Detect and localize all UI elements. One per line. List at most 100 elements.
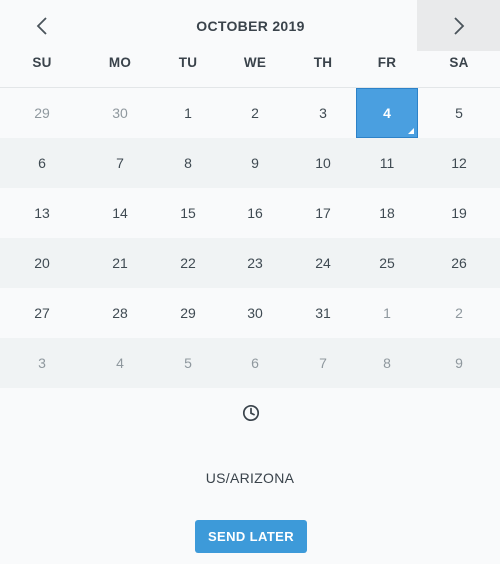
weekday-label: SU <box>32 55 52 70</box>
day-number: 26 <box>451 255 467 271</box>
day-cell[interactable]: 1 <box>356 288 418 338</box>
day-number: 4 <box>383 105 391 121</box>
chevron-right-icon <box>453 16 464 35</box>
day-cell[interactable]: 8 <box>156 138 220 188</box>
day-number: 29 <box>180 305 196 321</box>
day-cell[interactable]: 30 <box>84 88 156 138</box>
week-row: 3 4 5 6 7 8 9 <box>0 338 500 388</box>
day-number: 8 <box>383 355 391 371</box>
day-number: 15 <box>180 205 196 221</box>
week-row: 6 7 8 9 10 11 12 <box>0 138 500 188</box>
day-cell[interactable]: 27 <box>0 288 84 338</box>
week-row: 29 30 1 2 3 4 5 <box>0 88 500 138</box>
day-number: 28 <box>112 305 128 321</box>
day-cell[interactable]: 24 <box>290 238 356 288</box>
day-cell[interactable]: 9 <box>418 338 500 388</box>
day-cell[interactable]: 5 <box>418 88 500 138</box>
week-row: 20 21 22 23 24 25 26 <box>0 238 500 288</box>
day-cell[interactable]: 30 <box>220 288 290 338</box>
day-number: 23 <box>247 255 263 271</box>
day-cell[interactable]: 29 <box>0 88 84 138</box>
weekday-label: MO <box>108 55 132 70</box>
day-number: 20 <box>34 255 50 271</box>
day-number: 17 <box>315 205 331 221</box>
day-number: 18 <box>379 205 395 221</box>
day-cell[interactable]: 18 <box>356 188 418 238</box>
day-number: 24 <box>315 255 331 271</box>
day-number: 3 <box>319 105 327 121</box>
day-cell[interactable]: 4 <box>84 338 156 388</box>
day-number: 19 <box>451 205 467 221</box>
day-number: 21 <box>112 255 128 271</box>
day-cell[interactable]: 11 <box>356 138 418 188</box>
next-month-button[interactable] <box>417 0 500 51</box>
day-cell[interactable]: 22 <box>156 238 220 288</box>
selected-corner-marker <box>408 128 414 134</box>
day-cell-selected[interactable]: 4 <box>356 88 418 138</box>
month-title: OCTOBER 2019 <box>196 17 305 34</box>
day-cell[interactable]: 7 <box>84 138 156 188</box>
day-number: 4 <box>116 355 124 371</box>
day-cell[interactable]: 3 <box>290 88 356 138</box>
calendar-grid: 29 30 1 2 3 4 5 6 7 8 9 10 11 12 13 14 15 16 17 18 19 20 21 22 2… <box>0 88 500 388</box>
day-number: 2 <box>455 305 463 321</box>
day-cell[interactable]: 6 <box>220 338 290 388</box>
day-cell[interactable]: 3 <box>0 338 84 388</box>
day-cell[interactable]: 7 <box>290 338 356 388</box>
date-picker: OCTOBER 2019 SU MO TU WE TH FR SA 29 30 1 2 3 4 5 6 7 8… <box>0 0 500 564</box>
day-cell[interactable]: 14 <box>84 188 156 238</box>
weekday-label: SA <box>449 55 469 70</box>
day-cell[interactable]: 5 <box>156 338 220 388</box>
day-number: 9 <box>251 155 259 171</box>
day-number: 25 <box>379 255 395 271</box>
day-number: 7 <box>116 155 124 171</box>
timezone-label[interactable]: US/ARIZONA <box>0 470 500 490</box>
day-cell[interactable]: 25 <box>356 238 418 288</box>
send-later-button[interactable]: SEND LATER <box>195 520 307 553</box>
day-cell[interactable]: 1 <box>156 88 220 138</box>
day-cell[interactable]: 13 <box>0 188 84 238</box>
day-number: 16 <box>247 205 263 221</box>
day-number: 6 <box>251 355 259 371</box>
day-number: 5 <box>184 355 192 371</box>
day-cell[interactable]: 29 <box>156 288 220 338</box>
weekday-label: FR <box>377 55 397 70</box>
day-cell[interactable]: 26 <box>418 238 500 288</box>
day-number: 22 <box>180 255 196 271</box>
day-cell[interactable]: 2 <box>220 88 290 138</box>
weekday-header-row: SU MO TU WE TH FR SA <box>0 51 500 88</box>
day-cell[interactable]: 16 <box>220 188 290 238</box>
day-cell[interactable]: 2 <box>418 288 500 338</box>
day-number: 5 <box>455 105 463 121</box>
day-cell[interactable]: 19 <box>418 188 500 238</box>
prev-month-button[interactable] <box>0 0 84 51</box>
day-cell[interactable]: 6 <box>0 138 84 188</box>
day-number: 9 <box>455 355 463 371</box>
day-cell[interactable]: 31 <box>290 288 356 338</box>
day-number: 6 <box>38 155 46 171</box>
day-number: 2 <box>251 105 259 121</box>
day-number: 27 <box>34 305 50 321</box>
day-number: 12 <box>451 155 467 171</box>
day-number: 1 <box>383 305 391 321</box>
day-cell[interactable]: 8 <box>356 338 418 388</box>
day-cell[interactable]: 23 <box>220 238 290 288</box>
day-cell[interactable]: 20 <box>0 238 84 288</box>
day-number: 13 <box>34 205 50 221</box>
week-row: 27 28 29 30 31 1 2 <box>0 288 500 338</box>
day-number: 11 <box>379 155 395 171</box>
day-cell[interactable]: 28 <box>84 288 156 338</box>
day-number: 30 <box>247 305 263 321</box>
day-cell[interactable]: 12 <box>418 138 500 188</box>
day-cell[interactable]: 15 <box>156 188 220 238</box>
weekday-label: WE <box>243 55 267 70</box>
clock-icon[interactable] <box>242 404 260 422</box>
day-number: 29 <box>34 105 50 121</box>
day-cell[interactable]: 9 <box>220 138 290 188</box>
day-number: 3 <box>38 355 46 371</box>
day-cell[interactable]: 21 <box>84 238 156 288</box>
day-number: 31 <box>315 305 331 321</box>
day-number: 10 <box>315 155 331 171</box>
day-cell[interactable]: 10 <box>290 138 356 188</box>
day-cell[interactable]: 17 <box>290 188 356 238</box>
